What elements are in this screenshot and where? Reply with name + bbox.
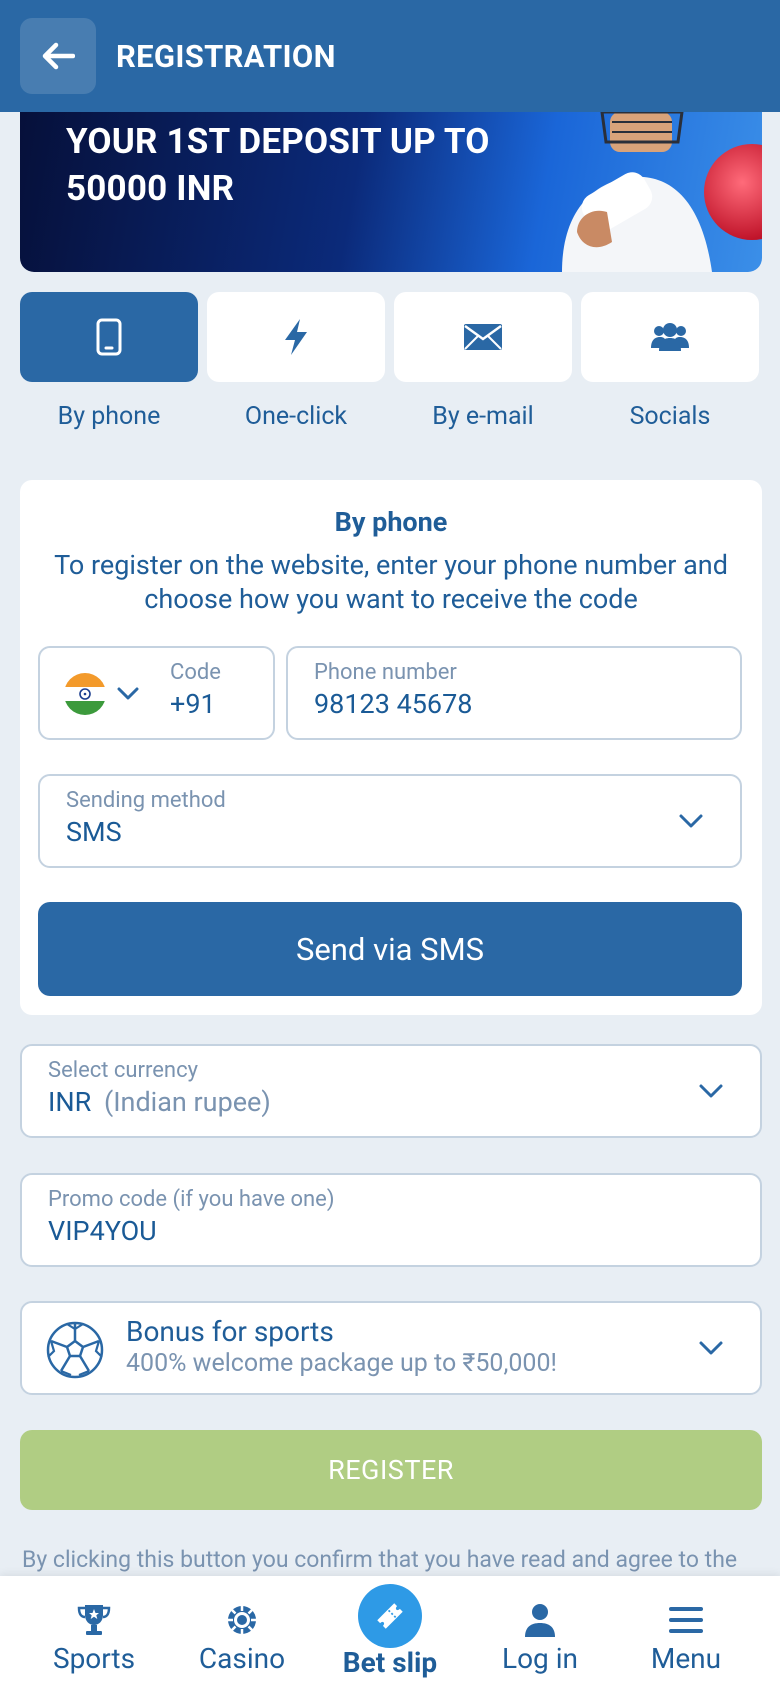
- nav-casino-label: Casino: [198, 1642, 286, 1675]
- bonus-subtitle: 400% welcome package up to ₹50,000!: [126, 1349, 557, 1378]
- currency-value: INR (Indian rupee): [48, 1086, 271, 1118]
- tab-by-phone[interactable]: By phone: [20, 292, 198, 431]
- chevron-down-icon: [117, 687, 139, 700]
- soccer-ball-icon: [46, 1321, 104, 1379]
- code-label: Code: [170, 660, 221, 685]
- card-title: By phone: [334, 506, 448, 538]
- registration-method-tabs: By phone One-click By e-mail Socials: [20, 292, 762, 431]
- ticket-icon: [377, 1603, 403, 1629]
- banner-line-1: YOUR 1ST DEPOSIT UP TO: [66, 121, 490, 162]
- back-button[interactable]: [20, 18, 96, 94]
- india-flag-icon: [64, 673, 106, 715]
- nav-menu[interactable]: Menu: [636, 1576, 736, 1688]
- tab-socials[interactable]: Socials: [581, 292, 759, 431]
- card-description: To register on the website, enter your p…: [54, 549, 728, 615]
- currency-name: (Indian rupee): [103, 1086, 271, 1118]
- currency-select[interactable]: Select currency INR (Indian rupee): [20, 1044, 762, 1138]
- tab-socials-label: Socials: [629, 402, 711, 431]
- send-via-sms-button[interactable]: Send via SMS: [38, 902, 742, 996]
- phone-number-label: Phone number: [314, 660, 457, 685]
- chevron-down-icon: [679, 814, 703, 828]
- bonus-select[interactable]: Bonus for sports 400% welcome package up…: [20, 1301, 762, 1395]
- nav-casino[interactable]: Casino: [192, 1576, 292, 1688]
- banner-line-2: 50000 INR: [66, 168, 235, 209]
- nav-login-label: Log in: [502, 1642, 578, 1675]
- banner-headline: YOUR 1ST DEPOSIT UP TO 50000 INR: [66, 118, 490, 212]
- promo-code-value: VIP4YOU: [48, 1215, 157, 1247]
- envelope-icon: [464, 324, 502, 350]
- tab-by-phone-button[interactable]: [20, 292, 198, 382]
- promo-code-input[interactable]: Promo code (if you have one) VIP4YOU: [20, 1173, 762, 1267]
- tab-by-email-label: By e-mail: [432, 402, 534, 431]
- register-button[interactable]: REGISTER: [20, 1430, 762, 1510]
- tab-socials-button[interactable]: [581, 292, 759, 382]
- sending-method-label: Sending method: [66, 788, 226, 813]
- currency-label: Select currency: [48, 1058, 199, 1083]
- tab-by-email[interactable]: By e-mail: [394, 292, 572, 431]
- people-icon: [651, 323, 689, 351]
- nav-menu-label: Menu: [650, 1642, 722, 1675]
- promo-banner[interactable]: YOUR 1ST DEPOSIT UP TO 50000 INR: [20, 112, 762, 272]
- tab-by-phone-label: By phone: [57, 402, 161, 431]
- lightning-icon: [285, 319, 307, 355]
- casino-chip-icon: [228, 1606, 256, 1634]
- tab-by-email-button[interactable]: [394, 292, 572, 382]
- chevron-down-icon: [699, 1341, 723, 1355]
- terms-disclaimer: By clicking this button you confirm that…: [22, 1546, 738, 1573]
- phone-number-value: 98123 45678: [314, 688, 473, 720]
- promo-code-label: Promo code (if you have one): [48, 1187, 335, 1212]
- trophy-icon: [77, 1605, 111, 1635]
- user-icon: [525, 1604, 555, 1637]
- tab-one-click-button[interactable]: [207, 292, 385, 382]
- chevron-down-icon: [699, 1084, 723, 1098]
- header-bar: REGISTRATION: [0, 0, 780, 112]
- tab-one-click[interactable]: One-click: [207, 292, 385, 431]
- nav-login[interactable]: Log in: [490, 1576, 590, 1688]
- country-code-selector[interactable]: Code +91: [38, 646, 275, 740]
- nav-sports-label: Sports: [52, 1642, 136, 1675]
- phone-icon: [96, 318, 122, 356]
- cricket-player-illustration: [562, 112, 762, 272]
- nav-betslip-label[interactable]: Bet slip: [330, 1646, 450, 1679]
- tab-one-click-label: One-click: [244, 402, 348, 431]
- phone-registration-card: By phone To register on the website, ent…: [20, 480, 762, 1015]
- arrow-left-icon: [42, 42, 75, 70]
- page-title: REGISTRATION: [116, 37, 336, 75]
- nav-sports[interactable]: Sports: [44, 1576, 144, 1688]
- nav-betslip-button[interactable]: [358, 1584, 422, 1648]
- bonus-title: Bonus for sports: [126, 1315, 334, 1348]
- code-value: +91: [170, 688, 216, 720]
- hamburger-menu-icon: [669, 1607, 703, 1633]
- currency-code: INR: [48, 1086, 92, 1118]
- phone-number-input[interactable]: Phone number 98123 45678: [286, 646, 742, 740]
- sending-method-value: SMS: [66, 816, 122, 848]
- sending-method-select[interactable]: Sending method SMS: [38, 774, 742, 868]
